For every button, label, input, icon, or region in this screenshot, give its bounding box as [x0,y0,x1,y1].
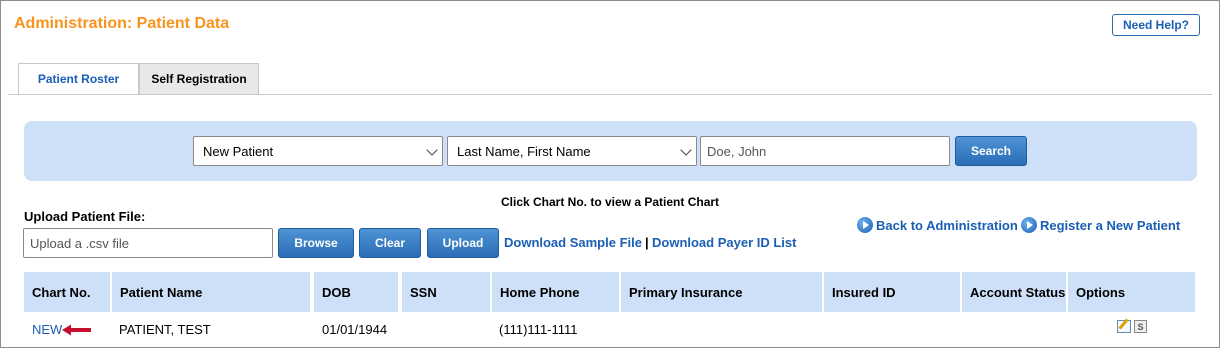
col-header-primary-insurance[interactable]: Primary Insurance [621,272,822,312]
chart-hint-text: Click Chart No. to view a Patient Chart [501,195,720,209]
back-to-administration-link[interactable]: Back to Administration [857,217,1018,233]
browse-button[interactable]: Browse [278,228,354,258]
red-arrow-icon [62,324,91,336]
col-header-patient-name[interactable]: Patient Name [112,272,310,312]
col-header-ssn[interactable]: SSN [402,272,490,312]
search-button[interactable]: Search [955,136,1027,166]
name-order-select[interactable]: Last Name, First Name [447,136,697,166]
patient-type-value: New Patient [203,143,274,159]
patient-type-select[interactable]: New Patient [193,136,443,166]
col-header-dob[interactable]: DOB [314,272,398,312]
tab-self-registration[interactable]: Self Registration [139,63,259,95]
col-header-home-phone[interactable]: Home Phone [492,272,619,312]
dob-cell: 01/01/1944 [322,322,388,337]
back-link-label: Back to Administration [876,218,1018,233]
chevron-down-icon [426,144,438,156]
csv-file-placeholder: Upload a .csv file [30,235,129,251]
col-header-options: Options [1068,272,1195,312]
col-header-account-status[interactable]: Account Status [962,272,1066,312]
link-separator: | [645,235,649,250]
chevron-down-icon [680,144,692,156]
table-header-row: Chart No. Patient Name DOB SSN Home Phon… [24,272,1195,312]
csv-file-input[interactable]: Upload a .csv file [23,228,273,258]
tabs-divider [8,94,1212,95]
arrow-circle-icon [1021,217,1037,233]
col-header-insured-id[interactable]: Insured ID [824,272,960,312]
col-header-chart-no[interactable]: Chart No. [24,272,110,312]
download-payer-id-link[interactable]: Download Payer ID List [652,235,796,250]
page-title: Administration: Patient Data [14,15,230,32]
home-phone-cell: (111)111-1111 [499,322,578,337]
name-search-input[interactable]: Doe, John [700,136,950,166]
statement-icon[interactable]: S [1134,320,1147,333]
name-order-value: Last Name, First Name [457,143,591,159]
tab-patient-roster[interactable]: Patient Roster [18,63,139,95]
name-search-placeholder: Doe, John [707,143,767,159]
register-link-label: Register a New Patient [1040,218,1181,233]
upload-label: Upload Patient File: [24,209,146,224]
download-sample-link[interactable]: Download Sample File [504,235,642,250]
register-new-patient-link[interactable]: Register a New Patient [1021,217,1180,233]
row-options: S [1117,320,1147,333]
arrow-circle-icon [857,217,873,233]
need-help-button[interactable]: Need Help? [1112,14,1200,36]
upload-button[interactable]: Upload [427,228,499,258]
chart-no-link[interactable]: NEW [32,322,62,337]
clear-button[interactable]: Clear [359,228,421,258]
edit-icon[interactable] [1117,320,1131,333]
patient-name-cell: PATIENT, TEST [119,322,211,337]
